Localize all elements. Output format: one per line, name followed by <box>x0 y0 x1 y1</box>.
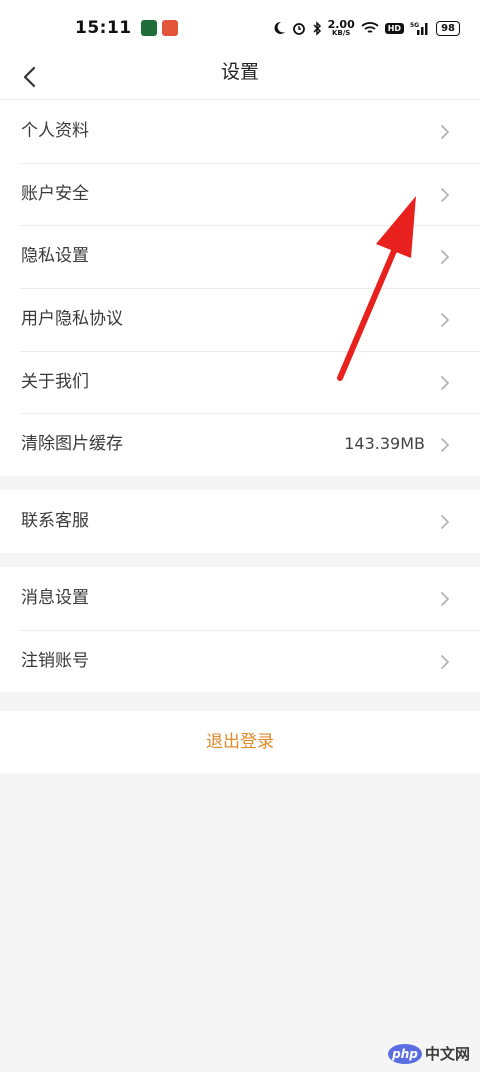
chevron-right-icon <box>441 125 449 139</box>
status-icons: 2.00 KB/S HD 5G 98 <box>272 19 460 37</box>
settings-item-clear-cache[interactable]: 清除图片缓存 143.39MB <box>0 413 480 476</box>
status-bar: 15:11 2.00 KB/S HD 5G 98 <box>0 0 480 56</box>
settings-item-message-settings[interactable]: 消息设置 <box>0 567 480 630</box>
signal-icon: 5G <box>410 22 428 35</box>
settings-item-delete-account[interactable]: 注销账号 <box>0 629 480 693</box>
chevron-right-icon <box>441 250 449 265</box>
svg-text:5G: 5G <box>410 22 419 29</box>
alarm-icon <box>292 23 305 35</box>
settings-item-account-security[interactable]: 账户安全 <box>0 162 480 226</box>
settings-item-label: 个人资料 <box>21 121 89 141</box>
settings-item-label: 关于我们 <box>21 371 89 392</box>
back-button[interactable] <box>14 61 44 93</box>
app-notification-icon <box>140 20 157 36</box>
settings-item-label: 隐私设置 <box>21 246 89 267</box>
app-notification-icon <box>161 20 178 36</box>
hd-badge: HD <box>384 22 405 34</box>
chevron-right-icon <box>441 313 449 327</box>
chevron-right-icon <box>441 654 449 669</box>
settings-item-label: 联系客服 <box>21 511 89 531</box>
watermark: php 中文网 <box>387 1043 470 1064</box>
watermark-text: 中文网 <box>424 1045 470 1063</box>
chevron-right-icon <box>441 515 449 529</box>
settings-item-profile[interactable]: 个人资料 <box>0 100 480 163</box>
settings-group-other: 消息设置 注销账号 <box>0 567 480 693</box>
page-title: 设置 <box>220 61 259 83</box>
watermark-logo: php <box>387 1043 422 1064</box>
chevron-right-icon <box>441 438 449 453</box>
settings-group-account: 个人资料 账户安全 隐私设置 用户隐私协议 关于我们 清除图片缓存 143.39… <box>0 100 480 477</box>
net-speed: 2.00 KB/S <box>327 18 355 37</box>
logout-button[interactable]: 退出登录 <box>0 711 480 773</box>
settings-item-about-us[interactable]: 关于我们 <box>0 350 480 414</box>
settings-item-label: 清除图片缓存 <box>21 434 123 455</box>
navigation-bar: 设置 <box>0 56 480 100</box>
chevron-right-icon <box>441 592 449 606</box>
settings-item-label: 消息设置 <box>21 588 89 608</box>
settings-item-label: 用户隐私协议 <box>21 309 123 330</box>
cache-size-value: 143.39MB <box>344 434 425 454</box>
settings-item-customer-service[interactable]: 联系客服 <box>0 490 480 553</box>
chevron-left-icon <box>23 66 36 88</box>
settings-item-privacy-agreement[interactable]: 用户隐私协议 <box>0 288 480 351</box>
settings-item-label: 账户安全 <box>21 183 89 204</box>
settings-group-support: 联系客服 <box>0 490 480 553</box>
bluetooth-icon <box>313 20 321 36</box>
chevron-right-icon <box>441 375 449 390</box>
battery-indicator: 98 <box>436 20 460 36</box>
chevron-right-icon <box>441 187 449 202</box>
settings-item-label: 注销账号 <box>21 650 89 671</box>
settings-item-privacy-settings[interactable]: 隐私设置 <box>0 225 480 288</box>
moon-icon <box>274 21 285 34</box>
wifi-icon <box>361 22 379 33</box>
status-time: 15:11 <box>75 18 132 38</box>
